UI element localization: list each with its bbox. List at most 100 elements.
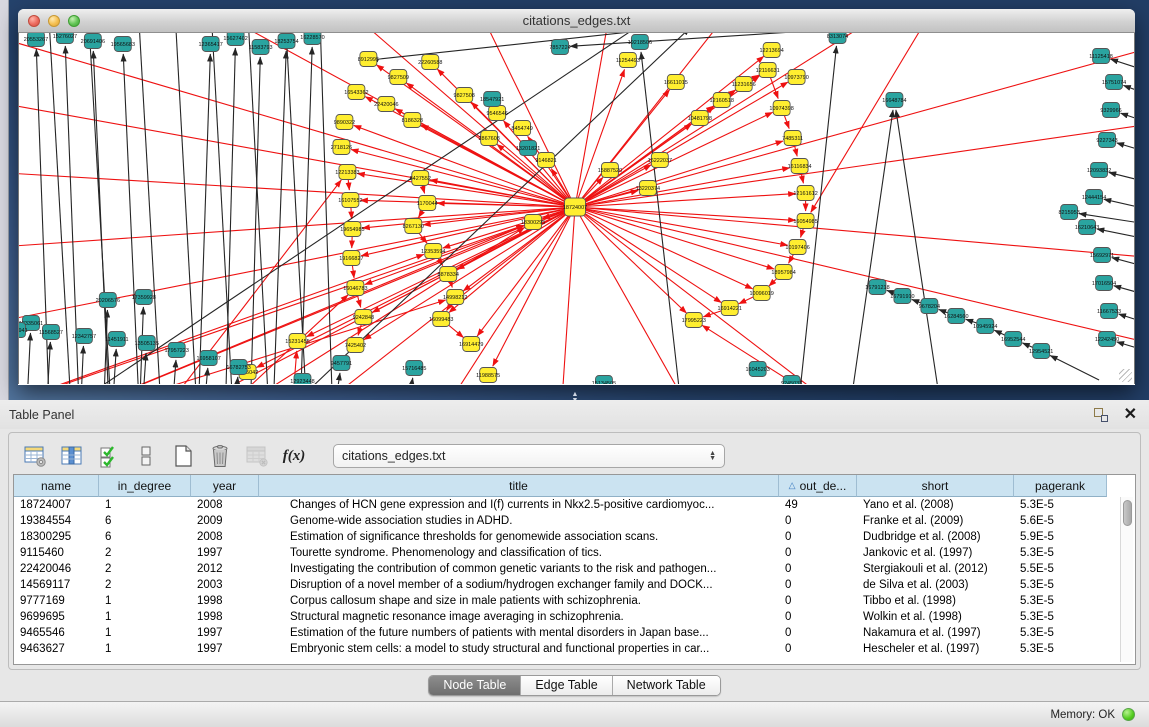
table-cell[interactable]: Jankovic et al. (1997) bbox=[857, 545, 1014, 561]
graph-edge[interactable] bbox=[226, 48, 236, 384]
column-header-out_de[interactable]: △out_de... bbox=[779, 475, 857, 497]
table-row[interactable]: 969969511998Structural magnetic resonanc… bbox=[14, 609, 1135, 625]
table-cell[interactable]: 5.3E-5 bbox=[1014, 641, 1107, 657]
delete-table-button[interactable] bbox=[206, 442, 234, 470]
column-header-short[interactable]: short bbox=[857, 475, 1014, 497]
tab-node-table[interactable]: Node Table bbox=[429, 676, 521, 695]
table-cell[interactable]: 18300295 bbox=[14, 529, 99, 545]
graph-edge[interactable] bbox=[1119, 314, 1134, 323]
table-cell[interactable]: 5.3E-5 bbox=[1014, 577, 1107, 593]
table-cell[interactable]: 9463627 bbox=[14, 641, 99, 657]
graph-edge[interactable] bbox=[209, 33, 233, 384]
table-cell[interactable]: Estimation of the future numbers of pati… bbox=[259, 625, 779, 641]
table-cell[interactable]: Dudbridge et al. (2008) bbox=[857, 529, 1014, 545]
table-scrollbar[interactable] bbox=[1120, 497, 1133, 662]
table-cell[interactable]: Corpus callosum shape and size in male p… bbox=[259, 593, 779, 609]
table-cell[interactable]: 1 bbox=[99, 497, 191, 513]
network-window[interactable]: citations_edges.txt 18724007222605889827… bbox=[18, 9, 1135, 385]
table-cell[interactable]: Stergiakouli et al. (2012) bbox=[857, 561, 1014, 577]
tab-edge-table[interactable]: Edge Table bbox=[521, 676, 612, 695]
graph-edge[interactable] bbox=[1104, 199, 1134, 209]
table-cell[interactable]: 0 bbox=[779, 641, 857, 657]
table-row[interactable]: 1872400712008Changes of HCN gene express… bbox=[14, 497, 1135, 513]
graph-edge[interactable] bbox=[283, 33, 307, 384]
table-cell[interactable]: 1998 bbox=[191, 593, 259, 609]
table-cell[interactable]: 2 bbox=[99, 545, 191, 561]
table-cell[interactable]: 0 bbox=[779, 545, 857, 561]
graph-edge[interactable] bbox=[575, 33, 620, 207]
graph-edge[interactable] bbox=[575, 82, 788, 207]
column-header-title[interactable]: title bbox=[259, 475, 779, 497]
table-cell[interactable]: 1997 bbox=[191, 625, 259, 641]
graph-edge[interactable] bbox=[246, 33, 269, 384]
table-cell[interactable]: 9115460 bbox=[14, 545, 99, 561]
graph-edge[interactable] bbox=[702, 325, 859, 384]
network-window-titlebar[interactable]: citations_edges.txt bbox=[18, 9, 1135, 33]
table-cell[interactable]: Franke et al. (2009) bbox=[857, 513, 1014, 529]
table-cell[interactable]: 5.9E-5 bbox=[1014, 529, 1107, 545]
table-cell[interactable]: Investigating the contribution of common… bbox=[259, 561, 779, 577]
table-cell[interactable]: 2008 bbox=[191, 529, 259, 545]
table-row[interactable]: 2242004622012Investigating the contribut… bbox=[14, 561, 1135, 577]
graph-edge[interactable] bbox=[27, 333, 31, 384]
graph-edge[interactable] bbox=[1121, 113, 1134, 122]
network-canvas[interactable]: 1872400722260588982750989129951654336222… bbox=[18, 33, 1135, 384]
graph-edge[interactable] bbox=[318, 33, 332, 384]
column-header-year[interactable]: year bbox=[191, 475, 259, 497]
graph-edge[interactable] bbox=[575, 207, 687, 313]
table-cell[interactable]: Nakamura et al. (1997) bbox=[857, 625, 1014, 641]
graph-edge[interactable] bbox=[1117, 143, 1134, 152]
select-rows-button[interactable] bbox=[95, 442, 123, 470]
table-cell[interactable]: 1 bbox=[99, 625, 191, 641]
table-cell[interactable]: 5.3E-5 bbox=[1014, 545, 1107, 561]
graph-edge[interactable] bbox=[1097, 229, 1134, 239]
table-row[interactable]: 977716911998Corpus callosum shape and si… bbox=[14, 593, 1135, 609]
table-row[interactable]: 1938455462009Genome-wide association stu… bbox=[14, 513, 1135, 529]
splitter-handle[interactable]: ▲▼ bbox=[568, 392, 582, 399]
tab-network-table[interactable]: Network Table bbox=[613, 676, 720, 695]
table-cell[interactable]: Changes of HCN gene expression and I(f) … bbox=[259, 497, 779, 513]
table-cell[interactable]: 0 bbox=[779, 561, 857, 577]
graph-edge[interactable] bbox=[575, 207, 721, 303]
graph-edge[interactable] bbox=[575, 207, 796, 220]
graph-edge[interactable] bbox=[1109, 172, 1134, 182]
table-cell[interactable]: Tibbo et al. (1998) bbox=[857, 593, 1014, 609]
table-cell[interactable]: 5.5E-5 bbox=[1014, 561, 1107, 577]
graph-edge[interactable] bbox=[570, 33, 1134, 46]
graph-edge[interactable] bbox=[575, 207, 753, 289]
table-cell[interactable]: Yano et al. (2008) bbox=[857, 497, 1014, 513]
table-cell[interactable]: 2009 bbox=[191, 513, 259, 529]
table-cell[interactable]: 0 bbox=[779, 513, 857, 529]
graph-edge[interactable] bbox=[896, 110, 939, 384]
graph-edge[interactable] bbox=[376, 65, 575, 207]
table-cell[interactable]: 0 bbox=[779, 625, 857, 641]
graph-edge[interactable] bbox=[575, 194, 796, 207]
table-cell[interactable]: 22420046 bbox=[14, 561, 99, 577]
table-cell[interactable]: 5.6E-5 bbox=[1014, 513, 1107, 529]
merge-cells-button[interactable] bbox=[132, 442, 160, 470]
table-cell[interactable]: 9777169 bbox=[14, 593, 99, 609]
column-header-in_degree[interactable]: in_degree bbox=[99, 475, 191, 497]
new-table-button[interactable] bbox=[169, 442, 197, 470]
graph-edge[interactable] bbox=[449, 207, 575, 313]
table-cell[interactable]: 9699695 bbox=[14, 609, 99, 625]
table-scrollbar-thumb[interactable] bbox=[1123, 500, 1132, 526]
table-cell[interactable]: Embryonic stem cells: a model to study s… bbox=[259, 641, 779, 657]
graph-edge[interactable] bbox=[575, 207, 700, 384]
graph-edge[interactable] bbox=[136, 33, 161, 384]
graph-edge[interactable] bbox=[575, 207, 788, 245]
table-cell[interactable]: Disruption of a novel member of a sodium… bbox=[259, 577, 779, 593]
graph-edge[interactable] bbox=[560, 207, 575, 384]
table-row[interactable]: 946554611997Estimation of the future num… bbox=[14, 625, 1135, 641]
function-builder-button[interactable]: f(x) bbox=[280, 442, 308, 470]
table-cell[interactable]: 0 bbox=[779, 593, 857, 609]
table-row[interactable]: 1456911722003Disruption of a novel membe… bbox=[14, 577, 1135, 593]
table-cell[interactable]: Wolkin et al. (1998) bbox=[857, 609, 1014, 625]
graph-edge[interactable] bbox=[1114, 286, 1134, 295]
network-graph[interactable]: 1872400722260588982750989129951654336222… bbox=[19, 33, 1134, 384]
close-window-button[interactable] bbox=[28, 15, 40, 27]
table-cell[interactable]: 19384554 bbox=[14, 513, 99, 529]
graph-edge[interactable] bbox=[852, 110, 893, 384]
table-cell[interactable]: 5.3E-5 bbox=[1014, 625, 1107, 641]
table-cell[interactable]: Genome-wide association studies in ADHD. bbox=[259, 513, 779, 529]
